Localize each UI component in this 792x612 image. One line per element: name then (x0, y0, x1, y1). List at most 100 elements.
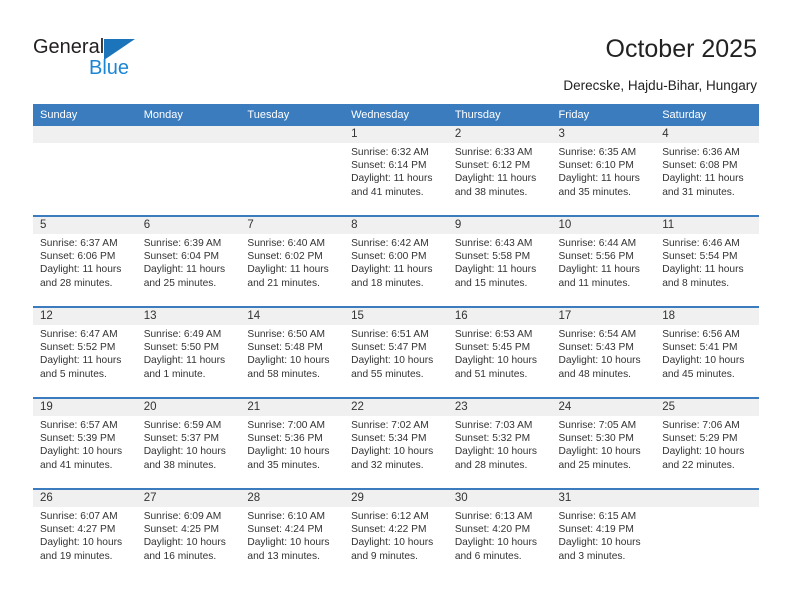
calendar-day-cell[interactable]: 17 Sunrise: 6:54 AM Sunset: 5:43 PM Dayligh… (551, 306, 656, 398)
day-number: 8 (344, 217, 448, 234)
calendar-day-cell[interactable]: 19 Sunrise: 6:57 AM Sunset: 5:39 PM Dayligh… (33, 397, 137, 489)
daylight-text-line1: Daylight: 11 hours (143, 264, 226, 276)
calendar-day-cell[interactable]: 23 Sunrise: 7:03 AM Sunset: 5:32 PM Dayligh… (447, 397, 552, 489)
calendar-day-cell[interactable]: 21 Sunrise: 7:00 AM Sunset: 5:36 PM Dayligh… (240, 397, 345, 489)
calendar-day-content: 30 Sunrise: 6:13 AM Sunset: 4:20 PM Dayligh… (447, 490, 552, 579)
day-number: 31 (551, 490, 656, 507)
calendar-day-cell[interactable]: 28 Sunrise: 6:10 AM Sunset: 4:24 PM Dayligh… (240, 488, 345, 579)
calendar-day-cell[interactable]: 6 Sunrise: 6:39 AM Sunset: 6:04 PM Daylight… (136, 215, 241, 307)
sunrise-text: Sunrise: 6:35 AM (558, 147, 637, 158)
day-sun-info: Sunrise: 6:50 AM Sunset: 5:48 PM Daylight:… (240, 325, 344, 381)
calendar-day-cell (136, 126, 241, 216)
daylight-text-line2: and 58 minutes. (247, 368, 320, 380)
calendar-day-content: 18 Sunrise: 6:56 AM Sunset: 5:41 PM Dayligh… (655, 308, 759, 397)
daylight-text-line2: and 45 minutes. (662, 368, 735, 380)
day-number: 24 (551, 399, 656, 416)
day-sun-info: Sunrise: 6:07 AM Sunset: 4:27 PM Daylight:… (33, 507, 137, 563)
day-number: 27 (136, 490, 241, 507)
daylight-text-line2: and 55 minutes. (351, 368, 424, 380)
calendar-day-cell[interactable]: 31 Sunrise: 6:15 AM Sunset: 4:19 PM Dayligh… (551, 488, 656, 579)
day-sun-info: Sunrise: 6:12 AM Sunset: 4:22 PM Daylight:… (344, 507, 448, 563)
day-number: 22 (344, 399, 448, 416)
sunrise-text: Sunrise: 6:37 AM (40, 238, 118, 249)
daylight-text-line1: Daylight: 10 hours (351, 537, 434, 549)
calendar-day-content: 3 Sunrise: 6:35 AM Sunset: 6:10 PM Daylight… (551, 126, 656, 215)
calendar-day-cell[interactable]: 12 Sunrise: 6:47 AM Sunset: 5:52 PM Dayligh… (33, 306, 137, 398)
daylight-text-line2: and 11 minutes. (558, 277, 631, 289)
calendar-day-cell[interactable]: 24 Sunrise: 7:05 AM Sunset: 5:30 PM Dayligh… (551, 397, 656, 489)
day-sun-info: Sunrise: 7:06 AM Sunset: 5:29 PM Daylight:… (655, 416, 759, 472)
calendar-day-content: 6 Sunrise: 6:39 AM Sunset: 6:04 PM Daylight… (136, 217, 241, 306)
daylight-text-line1: Daylight: 10 hours (558, 446, 641, 458)
sunset-text: Sunset: 6:14 PM (351, 160, 427, 172)
sunset-text: Sunset: 5:48 PM (247, 342, 323, 354)
calendar-week-row: 26 Sunrise: 6:07 AM Sunset: 4:27 PM Dayligh… (33, 488, 759, 579)
calendar-day-cell[interactable]: 25 Sunrise: 7:06 AM Sunset: 5:29 PM Dayligh… (655, 397, 759, 489)
daylight-text-line2: and 9 minutes. (351, 550, 418, 562)
calendar-day-content: 11 Sunrise: 6:46 AM Sunset: 5:54 PM Dayligh… (655, 217, 759, 306)
calendar-day-cell[interactable]: 16 Sunrise: 6:53 AM Sunset: 5:45 PM Dayligh… (447, 306, 552, 398)
day-sun-info: Sunrise: 6:33 AM Sunset: 6:12 PM Daylight:… (448, 143, 552, 199)
day-sun-info: Sunrise: 6:59 AM Sunset: 5:37 PM Daylight:… (137, 416, 241, 472)
calendar-header-row: Sunday Monday Tuesday Wednesday Thursday… (33, 104, 759, 126)
calendar-day-cell[interactable]: 11 Sunrise: 6:46 AM Sunset: 5:54 PM Dayligh… (655, 215, 759, 307)
day-sun-info: Sunrise: 6:42 AM Sunset: 6:00 PM Daylight:… (344, 234, 448, 290)
calendar-day-cell[interactable]: 7 Sunrise: 6:40 AM Sunset: 6:02 PM Daylight… (240, 215, 345, 307)
calendar-day-cell[interactable]: 5 Sunrise: 6:37 AM Sunset: 6:06 PM Daylight… (33, 215, 137, 307)
calendar-day-content: 9 Sunrise: 6:43 AM Sunset: 5:58 PM Daylight… (447, 217, 552, 306)
day-sun-info: Sunrise: 6:49 AM Sunset: 5:50 PM Daylight:… (137, 325, 241, 381)
day-sun-info: Sunrise: 6:43 AM Sunset: 5:58 PM Daylight:… (448, 234, 552, 290)
calendar-day-cell[interactable]: 30 Sunrise: 6:13 AM Sunset: 4:20 PM Dayligh… (447, 488, 552, 579)
day-sun-info: Sunrise: 6:46 AM Sunset: 5:54 PM Daylight:… (655, 234, 759, 290)
calendar-day-cell[interactable]: 4 Sunrise: 6:36 AM Sunset: 6:08 PM Daylight… (655, 126, 759, 216)
sunset-text: Sunset: 5:34 PM (351, 433, 427, 445)
calendar-day-content: 24 Sunrise: 7:05 AM Sunset: 5:30 PM Dayligh… (551, 399, 656, 488)
sunset-text: Sunset: 5:30 PM (558, 433, 634, 445)
calendar-empty-cell (655, 490, 759, 579)
sunrise-text: Sunrise: 6:33 AM (454, 147, 533, 158)
sunrise-text: Sunrise: 6:43 AM (454, 238, 533, 249)
daylight-text-line1: Daylight: 10 hours (247, 537, 330, 549)
day-sun-info: Sunrise: 6:56 AM Sunset: 5:41 PM Daylight:… (655, 325, 759, 381)
weekday-header-thursday: Thursday (447, 104, 552, 126)
day-sun-info: Sunrise: 6:09 AM Sunset: 4:25 PM Daylight:… (137, 507, 241, 563)
day-sun-info: Sunrise: 7:03 AM Sunset: 5:32 PM Daylight:… (448, 416, 552, 472)
sunset-text: Sunset: 5:41 PM (662, 342, 738, 354)
brand-logo[interactable]: General Blue (33, 36, 173, 84)
day-number: 30 (447, 490, 552, 507)
calendar-day-cell[interactable]: 22 Sunrise: 7:02 AM Sunset: 5:34 PM Dayligh… (344, 397, 448, 489)
sunset-text: Sunset: 6:02 PM (247, 251, 323, 263)
calendar-day-cell[interactable]: 15 Sunrise: 6:51 AM Sunset: 5:47 PM Dayligh… (344, 306, 448, 398)
calendar-day-content: 10 Sunrise: 6:44 AM Sunset: 5:56 PM Dayligh… (551, 217, 656, 306)
daylight-text-line1: Daylight: 10 hours (351, 355, 434, 367)
weekday-header-monday: Monday (136, 104, 241, 126)
calendar-day-cell[interactable]: 2 Sunrise: 6:33 AM Sunset: 6:12 PM Daylight… (447, 126, 552, 216)
daylight-text-line1: Daylight: 11 hours (40, 355, 122, 367)
daylight-text-line2: and 28 minutes. (40, 277, 113, 289)
calendar-day-cell[interactable]: 29 Sunrise: 6:12 AM Sunset: 4:22 PM Dayligh… (344, 488, 448, 579)
calendar-day-cell[interactable]: 10 Sunrise: 6:44 AM Sunset: 5:56 PM Dayligh… (551, 215, 656, 307)
day-sun-info: Sunrise: 6:57 AM Sunset: 5:39 PM Daylight:… (33, 416, 137, 472)
sunset-text: Sunset: 4:20 PM (454, 524, 531, 536)
calendar-day-cell[interactable]: 3 Sunrise: 6:35 AM Sunset: 6:10 PM Daylight… (551, 126, 656, 216)
calendar-day-cell[interactable]: 14 Sunrise: 6:50 AM Sunset: 5:48 PM Dayligh… (240, 306, 345, 398)
calendar-day-cell[interactable]: 20 Sunrise: 6:59 AM Sunset: 5:37 PM Dayligh… (136, 397, 241, 489)
calendar-week-row: 1 Sunrise: 6:32 AM Sunset: 6:14 PM Daylight… (33, 126, 759, 216)
sunset-text: Sunset: 5:45 PM (454, 342, 531, 354)
day-sun-info: Sunrise: 6:47 AM Sunset: 5:52 PM Daylight:… (33, 325, 137, 381)
daylight-text-line1: Daylight: 11 hours (558, 264, 640, 276)
sunset-text: Sunset: 6:00 PM (351, 251, 427, 263)
calendar-day-cell[interactable]: 8 Sunrise: 6:42 AM Sunset: 6:00 PM Daylight… (344, 215, 448, 307)
day-sun-info: Sunrise: 6:32 AM Sunset: 6:14 PM Daylight:… (344, 143, 448, 199)
calendar-day-content: 4 Sunrise: 6:36 AM Sunset: 6:08 PM Daylight… (655, 126, 759, 215)
daylight-text-line2: and 22 minutes. (662, 459, 735, 471)
daylight-text-line2: and 5 minutes. (40, 368, 107, 380)
calendar-day-cell[interactable]: 9 Sunrise: 6:43 AM Sunset: 5:58 PM Daylight… (447, 215, 552, 307)
calendar-day-cell[interactable]: 1 Sunrise: 6:32 AM Sunset: 6:14 PM Daylight… (344, 126, 448, 216)
calendar-day-cell[interactable]: 26 Sunrise: 6:07 AM Sunset: 4:27 PM Dayligh… (33, 488, 137, 579)
calendar-day-cell[interactable]: 27 Sunrise: 6:09 AM Sunset: 4:25 PM Dayligh… (136, 488, 241, 579)
calendar-day-cell[interactable]: 13 Sunrise: 6:49 AM Sunset: 5:50 PM Dayligh… (136, 306, 241, 398)
sunset-text: Sunset: 5:56 PM (558, 251, 634, 263)
calendar-day-cell[interactable]: 18 Sunrise: 6:56 AM Sunset: 5:41 PM Dayligh… (655, 306, 759, 398)
sunrise-text: Sunrise: 6:56 AM (662, 329, 740, 340)
